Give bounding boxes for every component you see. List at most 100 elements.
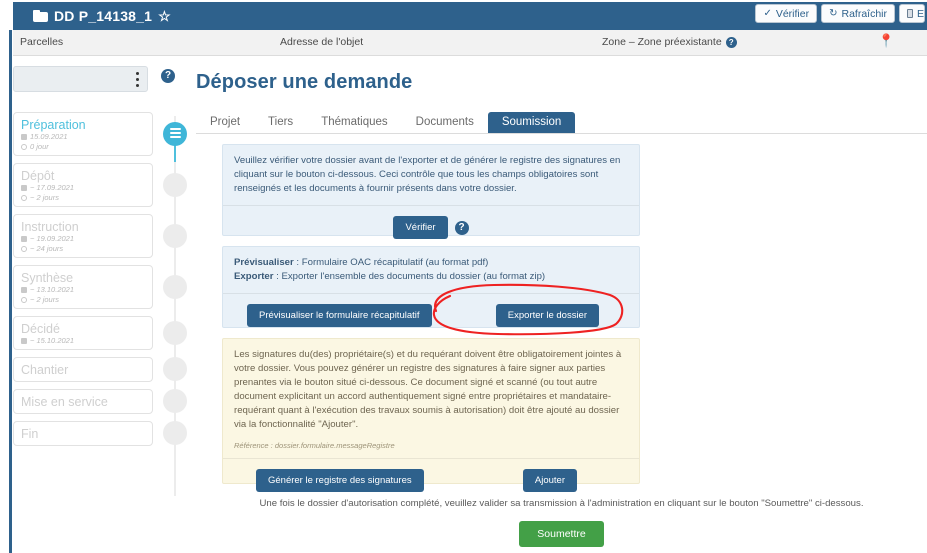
- timeline-step-depot[interactable]: Dépôt ~ 17.09.2021 ~ 2 jours: [13, 163, 153, 207]
- clock-icon: [21, 297, 27, 303]
- preview-desc: : Formulaire OAC récapitulatif (au forma…: [293, 257, 489, 268]
- clock-icon: [21, 246, 27, 252]
- step-duration: ~ 2 jours: [30, 193, 59, 202]
- export-label: Exporter: [234, 271, 274, 282]
- timeline-step-preparation[interactable]: Préparation 15.09.2021 0 jour: [13, 112, 153, 156]
- verify-button[interactable]: ✓ Vérifier: [755, 4, 818, 23]
- clock-icon: [21, 144, 27, 150]
- verify-dossier-button[interactable]: Vérifier: [393, 216, 448, 239]
- calendar-icon: [21, 287, 27, 293]
- panel-export-text: Prévisualiser : Formulaire OAC récapitul…: [223, 247, 639, 293]
- more-options-icon[interactable]: [136, 72, 139, 87]
- context-zone-label: Zone – Zone préexistante: [602, 36, 722, 48]
- tab-thematiques[interactable]: Thématiques: [307, 112, 401, 133]
- panel-signatures-text: Les signatures du(des) propriétaire(s) e…: [234, 349, 622, 430]
- preview-recap-form-button[interactable]: Prévisualiser le formulaire récapitulati…: [247, 304, 432, 327]
- sidebar-selector-box[interactable]: [13, 66, 148, 92]
- map-pin-icon[interactable]: 📍: [878, 33, 894, 49]
- tab-tiers[interactable]: Tiers: [254, 112, 307, 133]
- step-label: Synthèse: [21, 271, 74, 285]
- step-date: ~ 19.09.2021: [30, 234, 75, 243]
- context-zone[interactable]: Zone – Zone préexistante ?: [602, 36, 737, 48]
- preview-label: Prévisualiser: [234, 257, 294, 268]
- tab-soumission[interactable]: Soumission: [487, 112, 576, 133]
- step-date: 15.09.2021: [30, 132, 68, 141]
- main-content: Déposer une demande Projet Tiers Thémati…: [196, 62, 927, 134]
- timeline-step-synthese[interactable]: Synthèse ~ 13.10.2021 ~ 2 jours: [13, 265, 153, 309]
- calendar-icon: [21, 236, 27, 242]
- panel-export-line2: Exporter : Exporter l'ensemble des docum…: [234, 270, 628, 284]
- add-document-button[interactable]: Ajouter: [522, 469, 577, 492]
- window-titlebar: DD P_14138_1 ☆ ✓ Vérifier ↻ Rafraîchir E: [0, 0, 927, 30]
- refresh-button-label: Rafraîchir: [841, 7, 887, 20]
- panel-export: Prévisualiser : Formulaire OAC récapitul…: [222, 246, 640, 328]
- refresh-button[interactable]: ↻ Rafraîchir: [821, 4, 895, 23]
- timeline-node-fin[interactable]: [163, 421, 187, 445]
- step-date: ~ 15.10.2021: [30, 336, 75, 345]
- panel-verify: Veuillez vérifier votre dossier avant de…: [222, 144, 640, 239]
- clock-icon: [21, 195, 27, 201]
- export-button-truncated[interactable]: E: [899, 4, 925, 23]
- folder-icon: [33, 10, 48, 22]
- timeline-node-depot[interactable]: [163, 173, 187, 197]
- timeline-node-synthese[interactable]: [163, 275, 187, 299]
- context-parcelles[interactable]: Parcelles: [20, 36, 63, 48]
- step-label: Décidé: [21, 322, 60, 336]
- refresh-icon: ↻: [829, 8, 838, 19]
- timeline-node-chantier[interactable]: [163, 357, 187, 381]
- step-label: Mise en service: [21, 395, 108, 409]
- export-dossier-button[interactable]: Exporter le dossier: [495, 304, 599, 327]
- calendar-icon: [21, 185, 27, 191]
- step-label: Instruction: [21, 220, 79, 234]
- star-icon[interactable]: ☆: [158, 9, 171, 23]
- panel-signatures-reference: Référence : dossier.formulaire.messageRe…: [234, 441, 395, 450]
- tab-projet[interactable]: Projet: [196, 112, 254, 133]
- page-title: Déposer une demande: [196, 71, 413, 93]
- panel-export-line1: Prévisualiser : Formulaire OAC récapitul…: [234, 256, 628, 270]
- export-button-label: E: [916, 7, 924, 20]
- panel-verify-text: Veuillez vérifier votre dossier avant de…: [234, 155, 621, 194]
- toolbar-buttons: ✓ Vérifier ↻ Rafraîchir E: [755, 4, 925, 23]
- calendar-icon: [21, 338, 27, 344]
- timeline-node-instruction[interactable]: [163, 224, 187, 248]
- context-adresse[interactable]: Adresse de l'objet: [280, 36, 363, 48]
- step-label: Chantier: [21, 363, 69, 377]
- document-icon: [907, 9, 913, 18]
- verify-button-label: Vérifier: [775, 7, 810, 20]
- step-date: ~ 17.09.2021: [30, 183, 75, 192]
- export-desc: : Exporter l'ensemble des documents du d…: [273, 271, 546, 282]
- step-duration: 0 jour: [30, 142, 49, 151]
- timeline-step-mise-en-service[interactable]: Mise en service: [13, 389, 153, 414]
- timeline-node-mise-en-service[interactable]: [163, 389, 187, 413]
- window-title-text: DD P_14138_1: [54, 8, 153, 24]
- panel-signatures-actions: Générer le registre des signatures Ajout…: [223, 459, 639, 503]
- step-date: ~ 13.10.2021: [30, 285, 75, 294]
- app-root: DD P_14138_1 ☆ ✓ Vérifier ↻ Rafraîchir E…: [0, 0, 927, 553]
- step-label: Dépôt: [21, 169, 55, 183]
- step-label: Fin: [21, 427, 39, 441]
- timeline-node-decide[interactable]: [163, 321, 187, 345]
- panel-verify-actions: Vérifier ?: [223, 206, 639, 250]
- context-bar: Parcelles Adresse de l'objet Zone – Zone…: [13, 30, 927, 56]
- submit-button-wrap: Soumettre: [196, 521, 927, 547]
- timeline-step-decide[interactable]: Décidé ~ 15.10.2021: [13, 316, 153, 350]
- left-accent-rail: [9, 30, 12, 553]
- timeline-step-fin[interactable]: Fin: [13, 421, 153, 446]
- timeline-step-chantier[interactable]: Chantier: [13, 357, 153, 382]
- list-icon: [169, 128, 181, 140]
- sidebar-help-icon[interactable]: ?: [161, 69, 175, 83]
- step-label: Préparation: [21, 118, 86, 132]
- help-icon[interactable]: ?: [454, 220, 469, 235]
- submit-button[interactable]: Soumettre: [519, 521, 604, 547]
- window-title: DD P_14138_1 ☆: [33, 8, 171, 24]
- calendar-icon: [21, 134, 27, 140]
- sidebar: ? Préparation 15.09.2021 0 jour Dépôt ~ …: [13, 62, 191, 532]
- panel-signatures: Les signatures du(des) propriétaire(s) e…: [222, 338, 640, 492]
- generate-signature-registry-button[interactable]: Générer le registre des signatures: [256, 469, 424, 492]
- step-duration: ~ 2 jours: [30, 295, 59, 304]
- help-icon[interactable]: ?: [725, 36, 737, 48]
- timeline-node-active[interactable]: [163, 122, 187, 146]
- panel-export-actions: Prévisualiser le formulaire récapitulati…: [223, 294, 639, 338]
- timeline-step-instruction[interactable]: Instruction ~ 19.09.2021 ~ 24 jours: [13, 214, 153, 258]
- tab-documents[interactable]: Documents: [402, 112, 488, 133]
